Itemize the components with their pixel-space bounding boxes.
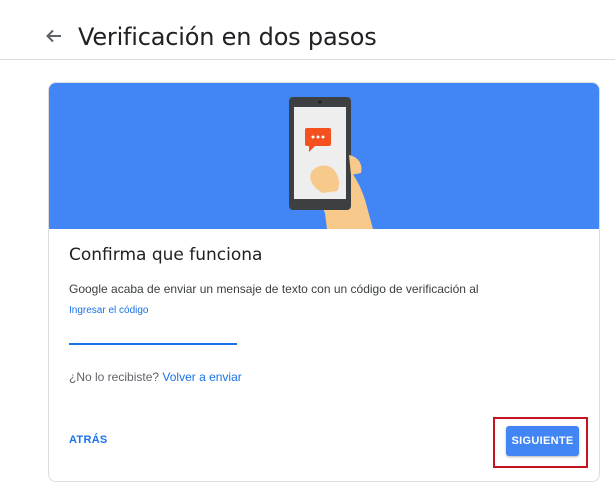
resend-link[interactable]: Volver a enviar [162,370,241,384]
arrow-left-icon[interactable] [44,26,64,46]
next-button[interactable]: SIGUIENTE [506,426,579,456]
resend-row: ¿No lo recibiste? Volver a enviar [69,370,242,384]
back-button[interactable]: ATRÁS [69,434,108,446]
banner [49,83,599,229]
phone-in-hand-illustration [289,97,373,229]
card-heading: Confirma que funciona [69,245,263,265]
page-title: Verificación en dos pasos [78,23,377,51]
top-bar: Verificación en dos pasos [0,0,615,60]
verification-code-input[interactable] [69,319,237,345]
resend-prompt: ¿No lo recibiste? [69,370,160,384]
description-text: Google acaba de enviar un mensaje de tex… [69,282,479,296]
code-field-label: Ingresar el código [69,305,149,316]
